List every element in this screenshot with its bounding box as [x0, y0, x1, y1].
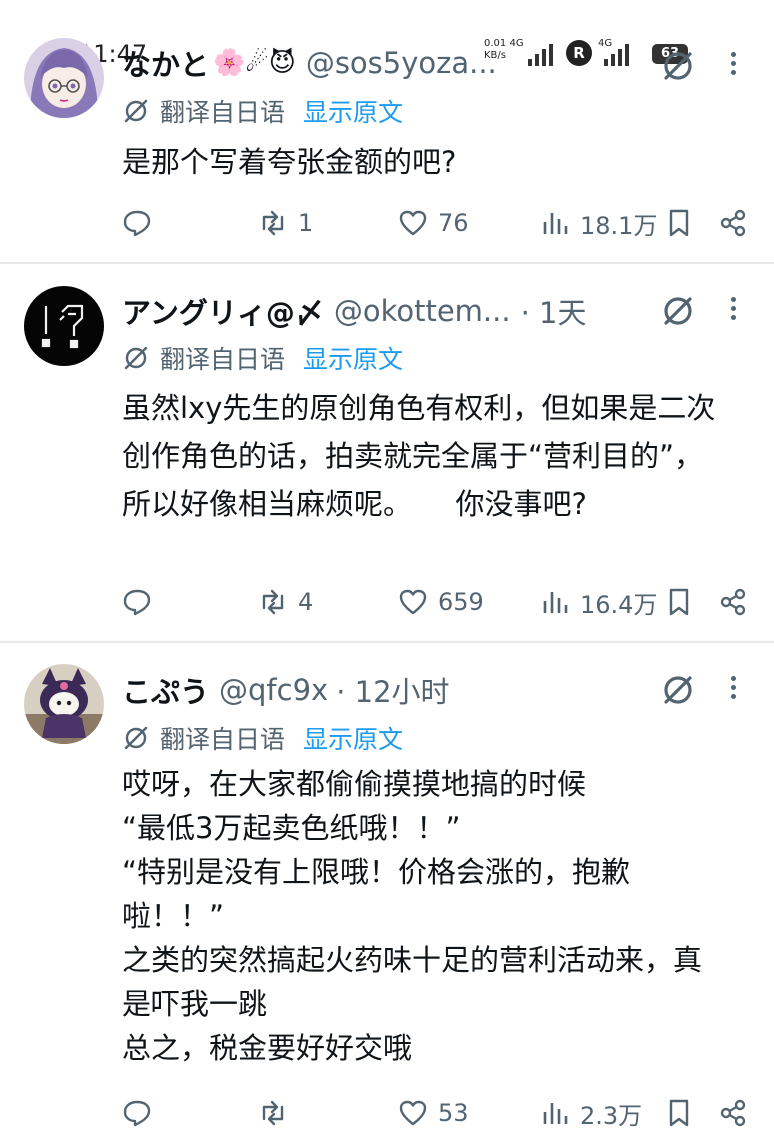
tweet-text-line: 之类的突然搞起火药味十足的营利活动来，真是吓我一跳 [122, 943, 703, 1021]
heart-icon [399, 589, 427, 615]
reply-icon [123, 1100, 151, 1127]
like-count: 659 [438, 588, 484, 616]
retweet-icon [262, 210, 284, 236]
share-button[interactable] [718, 1093, 748, 1133]
signal-icon-2 [604, 44, 629, 66]
avatar[interactable] [24, 38, 104, 118]
grok-icon[interactable] [660, 293, 696, 329]
translate-icon [124, 99, 148, 123]
show-original-link[interactable]: 显示原文 [303, 720, 403, 756]
share-icon [720, 1099, 746, 1127]
views-icon [543, 213, 568, 234]
reply-icon [123, 589, 151, 616]
reply-button[interactable] [122, 582, 162, 622]
tweet-header: なかと 🌸☄😈 @sos5yoza... [122, 42, 497, 84]
reply-icon [123, 210, 151, 237]
more-icon[interactable] [726, 48, 740, 79]
views-icon [543, 1103, 568, 1124]
bookmark-icon [669, 588, 689, 616]
tweet-text-line: 哎呀，在大家都偷偷摸摸地搞的时候 [122, 767, 587, 801]
bookmark-icon [669, 209, 689, 237]
like-button[interactable]: 76 [398, 203, 469, 243]
tweet-text: 虽然lxy先生的原创角色有权利，但如果是二次创作角色的话，拍卖就完全属于“营利目… [122, 384, 728, 528]
r-badge-icon: R [566, 40, 592, 66]
like-count: 53 [438, 1099, 469, 1127]
more-icon[interactable] [726, 672, 740, 703]
divider [0, 641, 774, 643]
tweet-text-line: 虽然lxy先生的原创角色有权利，但如果是二次创作角色的话，拍卖就完全属于“营利目… [122, 391, 716, 521]
retweet-count: 1 [298, 209, 314, 237]
translation-note: 翻译自日语 显示原文 [122, 93, 403, 129]
show-original-link[interactable]: 显示原文 [303, 93, 403, 129]
avatar[interactable] [24, 286, 104, 366]
grok-icon[interactable] [660, 672, 696, 708]
tweet-header: アングリィ@〆 @okottem... · 1天 [122, 290, 586, 332]
translate-label: 翻译自日语 [160, 725, 286, 754]
tweet-text: 哎呀，在大家都偷偷摸摸地搞的时候 “最低3万起卖色纸哦！！” “特别是没有上限哦… [122, 762, 728, 1070]
show-original-link[interactable]: 显示原文 [303, 340, 403, 376]
like-count: 76 [438, 209, 469, 237]
tweet-text-line: “最低3万起卖色纸哦！！” [122, 811, 461, 845]
retweet-button[interactable] [258, 1093, 298, 1133]
share-icon [720, 209, 746, 237]
bookmark-button[interactable] [664, 582, 694, 622]
tweet-actions: 4 659 16.4万 [0, 582, 774, 622]
share-button[interactable] [718, 203, 748, 243]
views-button[interactable]: 2.3万 [540, 1093, 642, 1133]
display-name[interactable]: アングリィ@〆 [122, 290, 324, 332]
post-time[interactable]: · 1天 [521, 290, 587, 332]
bookmark-button[interactable] [664, 203, 694, 243]
retweet-button[interactable]: 1 [258, 203, 313, 243]
view-count: 18.1万 [580, 211, 658, 240]
translate-icon [124, 346, 148, 370]
tweet-text-line: “特别是没有上限哦！价格会涨的，抱歉啦！！” [122, 855, 631, 933]
user-handle[interactable]: @qfc9x [219, 673, 328, 707]
translate-label: 翻译自日语 [160, 98, 286, 127]
retweet-count: 4 [298, 588, 314, 616]
share-icon [720, 588, 746, 616]
bookmark-icon [669, 1099, 689, 1127]
retweet-icon [262, 589, 284, 615]
avatar[interactable] [24, 664, 104, 744]
like-button[interactable]: 659 [398, 582, 484, 622]
tweet-actions: 53 2.3万 [0, 1093, 774, 1133]
like-button[interactable]: 53 [398, 1093, 469, 1133]
retweet-button[interactable]: 4 [258, 582, 313, 622]
name-emojis: 🌸☄😈 [213, 48, 296, 78]
translate-icon [124, 726, 148, 750]
reply-button[interactable] [122, 1093, 162, 1133]
tweet-text: 是那个写着夸张金额的吧? [122, 138, 732, 186]
display-name[interactable]: なかと [122, 42, 209, 84]
divider [0, 262, 774, 264]
tweet-header: こぷう @qfc9x · 12小时 [122, 669, 450, 711]
tweet-text-line: 总之，税金要好好交哦 [122, 1031, 413, 1065]
display-name[interactable]: こぷう [122, 669, 209, 711]
view-count: 16.4万 [580, 590, 658, 619]
user-handle[interactable]: @okottem... [334, 294, 511, 328]
views-icon [543, 592, 568, 613]
share-button[interactable] [718, 582, 748, 622]
translate-label: 翻译自日语 [160, 345, 286, 374]
heart-icon [399, 210, 427, 236]
views-button[interactable]: 18.1万 [540, 203, 657, 243]
tweet-text-line: 是那个写着夸张金额的吧? [122, 145, 457, 179]
tweet-actions: 1 76 18.1万 [0, 203, 774, 243]
reply-button[interactable] [122, 203, 162, 243]
network-type: 4G [509, 38, 524, 49]
more-icon[interactable] [726, 293, 740, 324]
user-handle[interactable]: @sos5yoza... [306, 46, 497, 80]
views-button[interactable]: 16.4万 [540, 582, 657, 622]
view-count: 2.3万 [580, 1101, 643, 1130]
heart-icon [399, 1100, 427, 1126]
grok-icon[interactable] [660, 48, 696, 84]
retweet-icon [262, 1100, 284, 1126]
signal-icon [528, 44, 553, 66]
post-time[interactable]: · 12小时 [336, 669, 449, 711]
translation-note: 翻译自日语 显示原文 [122, 340, 403, 376]
bookmark-button[interactable] [664, 1093, 694, 1133]
translation-note: 翻译自日语 显示原文 [122, 720, 403, 756]
